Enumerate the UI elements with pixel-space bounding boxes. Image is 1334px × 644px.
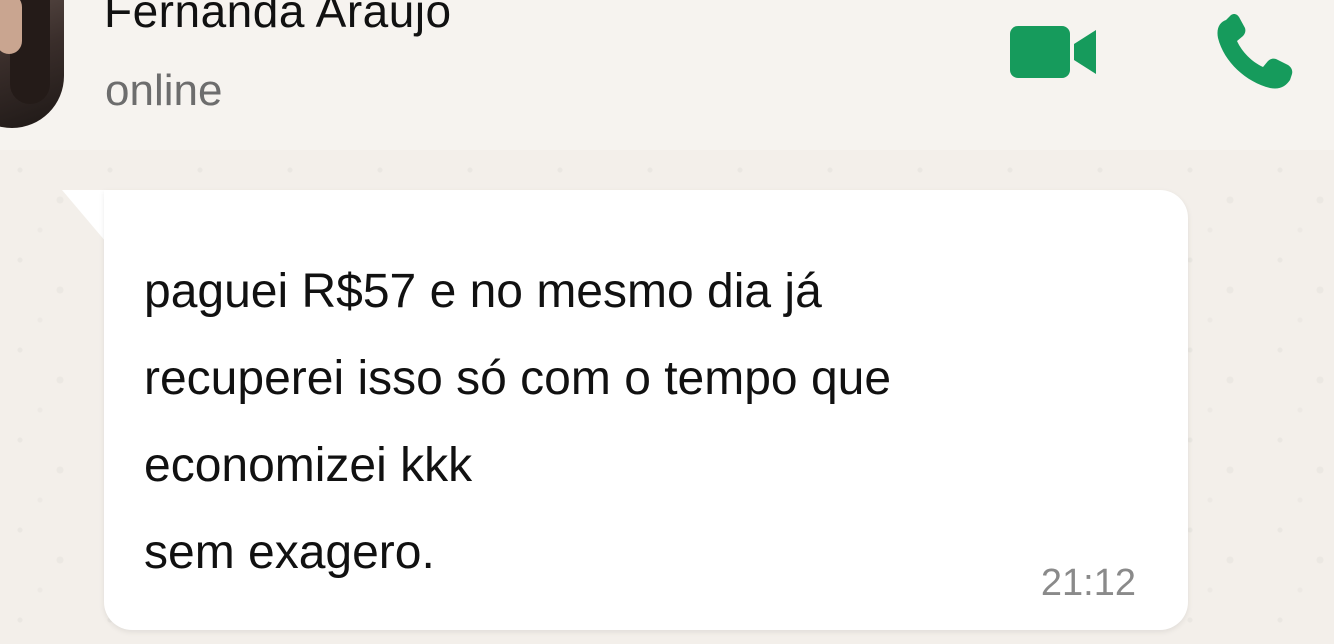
chat-screen: Fernanda Araujo online paguei R$57 e no … bbox=[0, 0, 1334, 644]
message-bubble-tail bbox=[62, 190, 106, 242]
contact-avatar[interactable] bbox=[0, 0, 64, 128]
contact-status: online bbox=[105, 66, 223, 115]
contact-name[interactable]: Fernanda Araujo bbox=[104, 0, 452, 38]
video-camera-icon[interactable] bbox=[1008, 22, 1100, 82]
avatar-face bbox=[0, 0, 22, 54]
phone-icon[interactable] bbox=[1212, 14, 1296, 92]
message-timestamp: 21:12 bbox=[1040, 562, 1136, 604]
message-bubble[interactable]: paguei R$57 e no mesmo dia já recuperei … bbox=[104, 190, 1188, 630]
chat-header: Fernanda Araujo online bbox=[0, 0, 1334, 150]
message-text: paguei R$57 e no mesmo dia já recuperei … bbox=[144, 265, 892, 579]
